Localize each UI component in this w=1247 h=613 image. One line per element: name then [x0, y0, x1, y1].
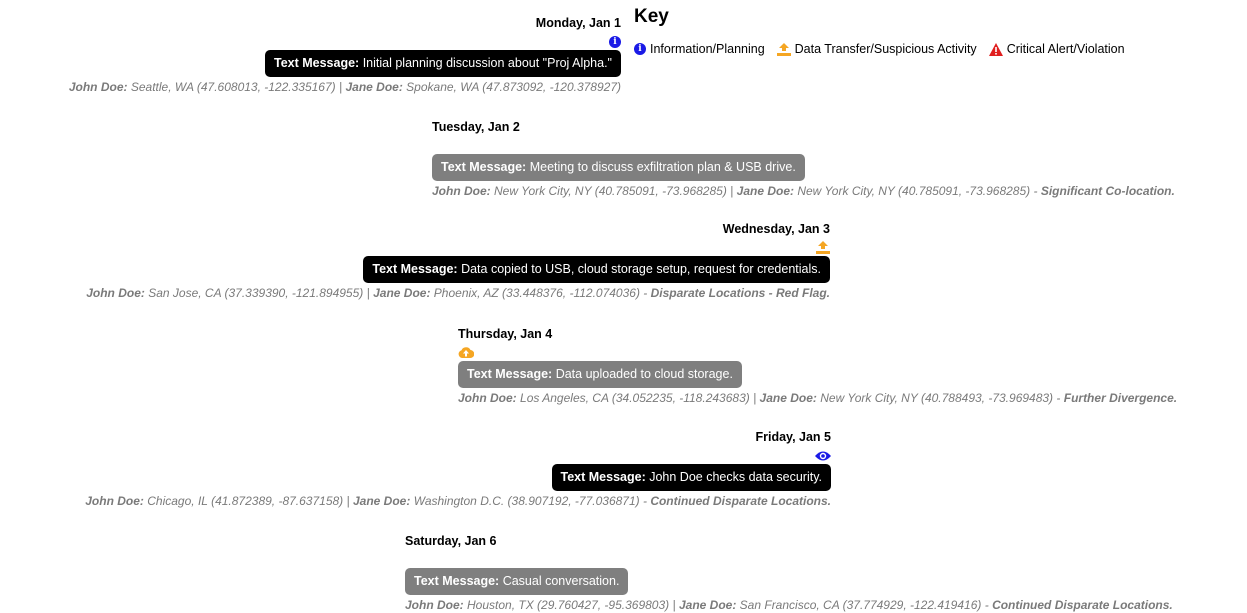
event-date: Monday, Jan 1	[535, 16, 621, 30]
location-line: John Doe: Seattle, WA (47.608013, -122.3…	[68, 80, 621, 94]
warning-icon	[988, 42, 1003, 56]
upload-icon	[816, 241, 830, 255]
location-line: John Doe: Houston, TX (29.760427, -95.36…	[405, 598, 1173, 612]
message-bubble[interactable]: Text Message: Data copied to USB, cloud …	[363, 256, 830, 283]
legend: Key i Information/Planning Data Transfer…	[634, 6, 1244, 56]
location-line: John Doe: Chicago, IL (41.872389, -87.63…	[85, 494, 831, 508]
message-bubble[interactable]: Text Message: Casual conversation.	[405, 568, 629, 595]
event-date: Saturday, Jan 6	[405, 534, 497, 548]
legend-title: Key	[634, 6, 669, 27]
upload-icon	[776, 42, 791, 56]
timeline-event-friday: Friday, Jan 5 Text Message: John Doe che…	[85, 430, 831, 508]
message-bubble[interactable]: Text Message: Meeting to discuss exfiltr…	[432, 154, 805, 181]
event-date: Wednesday, Jan 3	[722, 222, 830, 236]
location-line: John Doe: New York City, NY (40.785091, …	[432, 184, 1175, 198]
legend-item-upload: Data Transfer/Suspicious Activity	[776, 42, 977, 56]
cloud-upload-icon	[458, 347, 474, 359]
message-bubble[interactable]: Text Message: Initial planning discussio…	[264, 50, 621, 77]
legend-label-upload: Data Transfer/Suspicious Activity	[794, 42, 977, 56]
timeline-event-saturday: Saturday, Jan 6 Text Message: Casual con…	[405, 534, 1173, 612]
event-date: Tuesday, Jan 2	[432, 120, 520, 134]
legend-item-info: i Information/Planning	[634, 42, 765, 56]
legend-item-alert: Critical Alert/Violation	[988, 42, 1125, 56]
legend-label-alert: Critical Alert/Violation	[1006, 42, 1125, 56]
legend-label-info: Information/Planning	[650, 42, 765, 56]
message-bubble[interactable]: Text Message: Data uploaded to cloud sto…	[458, 361, 742, 388]
info-icon: i	[634, 43, 646, 55]
eye-icon	[815, 451, 831, 461]
location-line: John Doe: Los Angeles, CA (34.052235, -1…	[458, 391, 1178, 405]
event-date: Friday, Jan 5	[755, 430, 832, 444]
timeline-event-wednesday: Wednesday, Jan 3 Text Message: Data copi…	[86, 222, 830, 300]
location-line: John Doe: San Jose, CA (37.339390, -121.…	[86, 286, 830, 300]
event-date: Thursday, Jan 4	[458, 327, 553, 341]
timeline-event-thursday: Thursday, Jan 4 Text Message: Data uploa…	[458, 327, 1177, 405]
timeline-event-monday: Monday, Jan 1 i Text Message: Initial pl…	[69, 16, 621, 94]
info-icon: i	[609, 35, 621, 48]
message-bubble[interactable]: Text Message: John Doe checks data secur…	[551, 464, 831, 491]
timeline-event-tuesday: Tuesday, Jan 2 Text Message: Meeting to …	[432, 120, 1175, 198]
legend-items: i Information/Planning Data Transfer/Sus…	[634, 42, 1244, 56]
